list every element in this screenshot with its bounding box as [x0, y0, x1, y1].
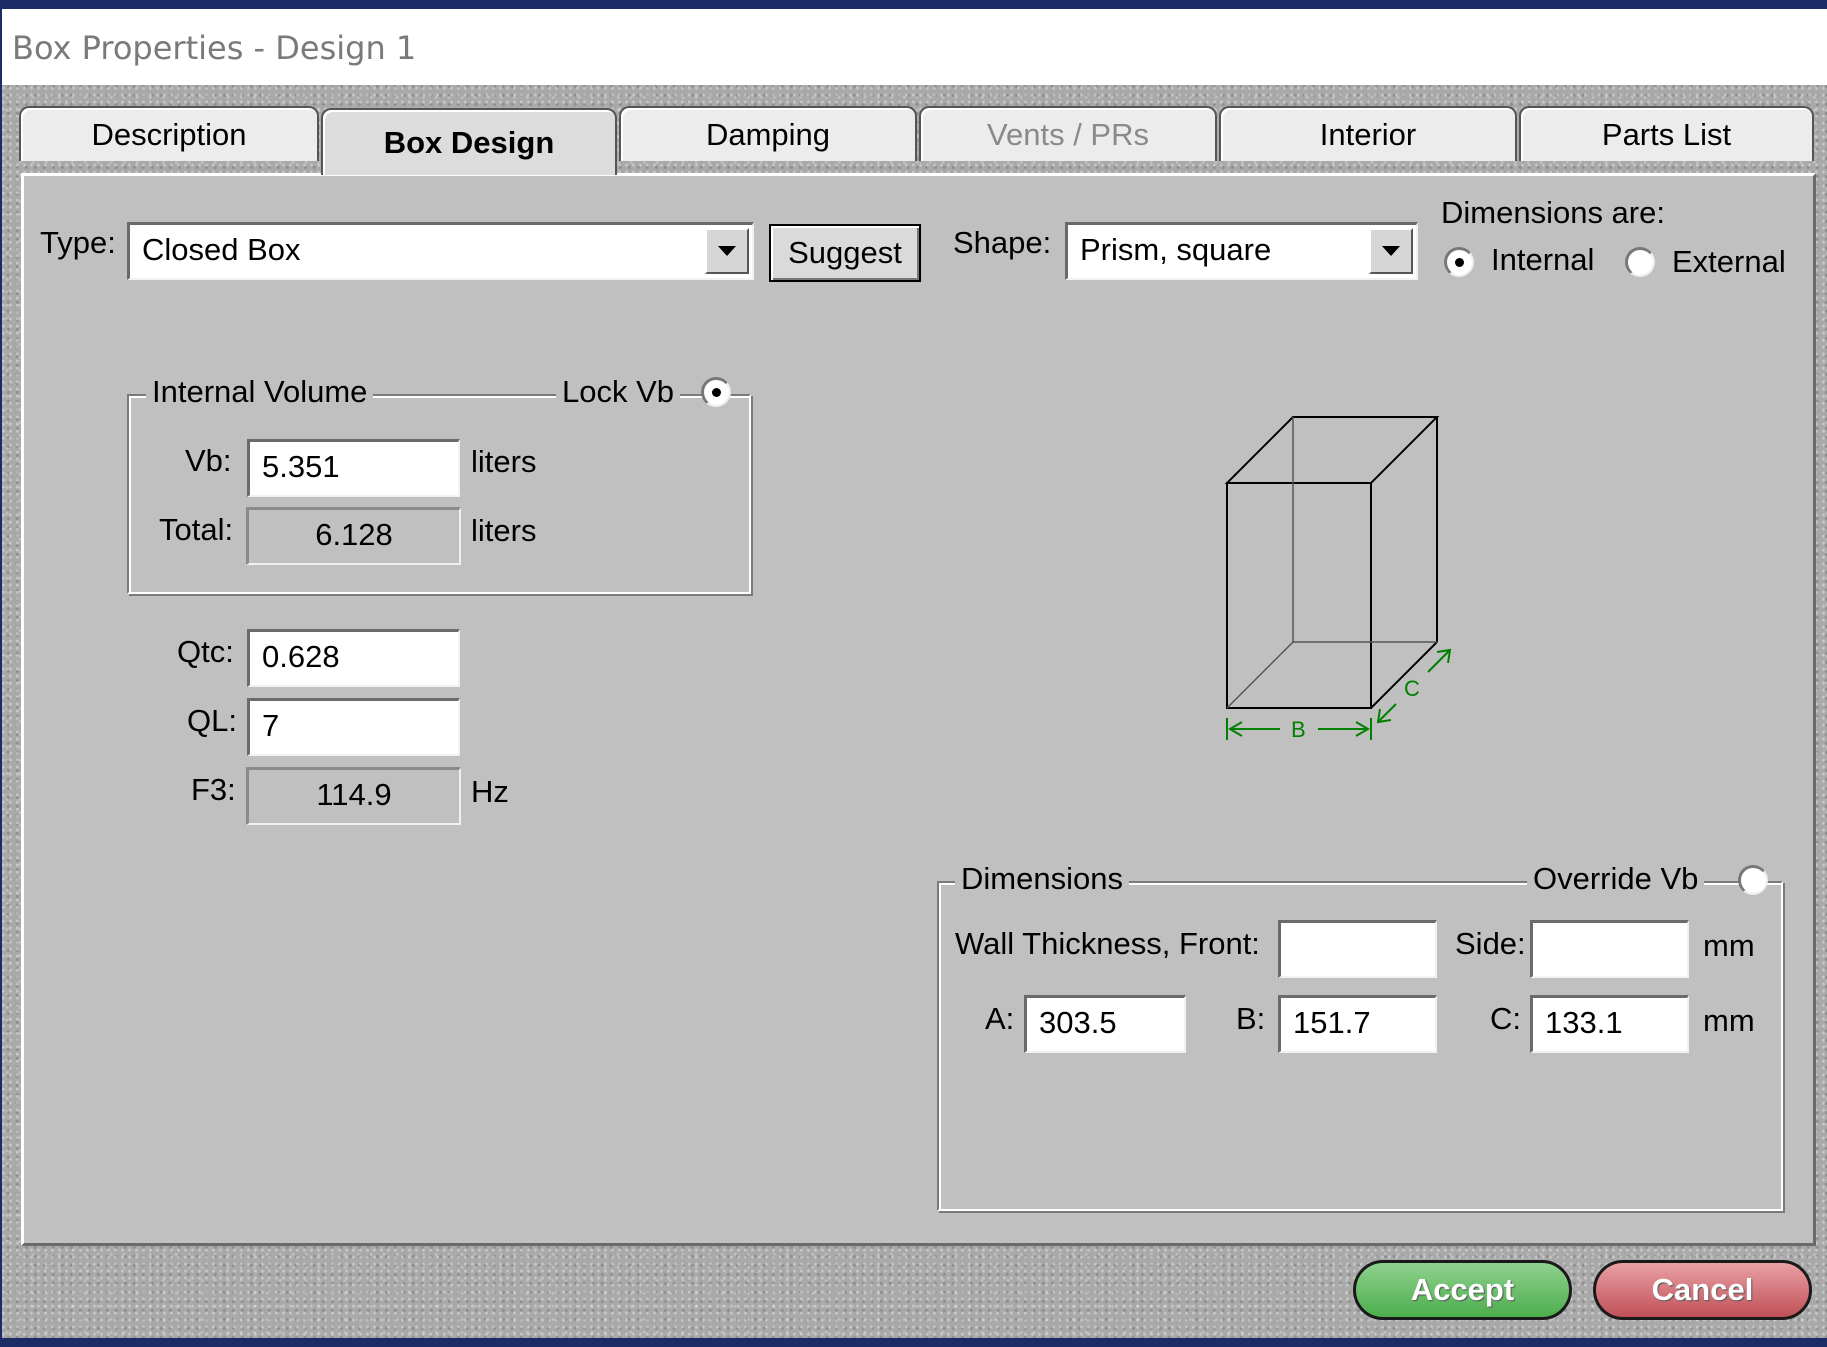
internal-volume-legend: Internal Volume [146, 374, 374, 410]
tab-damping[interactable]: Damping [619, 106, 917, 161]
external-label: External [1672, 244, 1786, 279]
internal-label: Internal [1491, 242, 1595, 277]
wall-unit: mm [1703, 928, 1755, 963]
chevron-down-icon [718, 246, 736, 256]
tab-parts-list[interactable]: Parts List [1519, 106, 1814, 161]
lock-vb-label: Lock Vb [556, 374, 681, 410]
vb-unit: liters [471, 444, 537, 479]
f3-value: 114.9 [246, 767, 461, 825]
b-label: B: [1236, 1001, 1266, 1036]
external-radio[interactable] [1625, 247, 1655, 277]
f3-unit: Hz [471, 774, 509, 809]
b-input[interactable]: 151.7 [1278, 995, 1437, 1053]
vb-input[interactable]: 5.351 [247, 439, 460, 497]
suggest-button[interactable]: Suggest [769, 224, 921, 282]
window-title: Box Properties - Design 1 [12, 29, 417, 67]
qtc-label: Qtc: [177, 634, 234, 669]
c-label: C: [1490, 1001, 1521, 1036]
type-value: Closed Box [142, 232, 301, 267]
box-properties-window: Box Properties - Design 1 Description Bo… [2, 9, 1827, 1338]
tab-interior[interactable]: Interior [1219, 106, 1517, 161]
side-input[interactable] [1530, 920, 1689, 978]
cancel-button[interactable]: Cancel [1593, 1260, 1812, 1320]
accept-button[interactable]: Accept [1353, 1260, 1572, 1320]
a-label: A: [985, 1001, 1015, 1036]
c-input[interactable]: 133.1 [1530, 995, 1689, 1053]
box-design-panel: Type: Closed Box Suggest Shape: Prism, s… [21, 173, 1816, 1246]
qtc-input[interactable]: 0.628 [247, 629, 460, 687]
shape-label: Shape: [953, 225, 1052, 260]
lock-vb-radio[interactable] [701, 377, 731, 407]
dimension-c-label: C [1404, 676, 1420, 701]
tab-vents-prs[interactable]: Vents / PRs [919, 106, 1217, 161]
dimension-b-label: B [1291, 717, 1306, 742]
type-label: Type: [40, 225, 116, 260]
side-label: Side: [1455, 926, 1526, 961]
ql-input[interactable]: 7 [247, 698, 460, 756]
type-select[interactable]: Closed Box [127, 222, 754, 280]
internal-radio[interactable] [1444, 247, 1474, 277]
shape-value: Prism, square [1080, 232, 1272, 267]
type-dropdown-button[interactable] [705, 228, 749, 274]
vb-label: Vb: [185, 443, 232, 478]
ql-label: QL: [187, 703, 237, 738]
total-unit: liters [471, 513, 537, 548]
override-vb-radio[interactable] [1738, 865, 1768, 895]
c-line-upper [1427, 649, 1451, 673]
wall-thickness-front-label: Wall Thickness, Front: [955, 926, 1260, 961]
dimension-lines [1226, 648, 1452, 740]
total-value: 6.128 [246, 507, 461, 565]
dimensions-legend: Dimensions [955, 861, 1129, 897]
f3-label: F3: [191, 772, 236, 807]
c-line-lower [1377, 703, 1397, 723]
tab-box-design[interactable]: Box Design [321, 108, 617, 175]
chevron-down-icon [1382, 246, 1400, 256]
wall-thickness-front-input[interactable] [1278, 920, 1437, 978]
shape-select[interactable]: Prism, square [1065, 222, 1418, 280]
override-vb-label: Override Vb [1527, 861, 1705, 897]
dimension-unit: mm [1703, 1003, 1755, 1038]
shape-dropdown-button[interactable] [1369, 228, 1413, 274]
box-hidden-depth-edge [1226, 641, 1294, 709]
total-label: Total: [159, 512, 234, 547]
box-front-face [1226, 482, 1372, 709]
title-bar: Box Properties - Design 1 [2, 9, 1827, 85]
tab-description[interactable]: Description [19, 106, 319, 161]
a-input[interactable]: 303.5 [1024, 995, 1186, 1053]
box-top-face [1224, 416, 1440, 484]
dimensions-are-label: Dimensions are: [1441, 195, 1665, 230]
box-diagram: A B C [1224, 416, 1452, 742]
